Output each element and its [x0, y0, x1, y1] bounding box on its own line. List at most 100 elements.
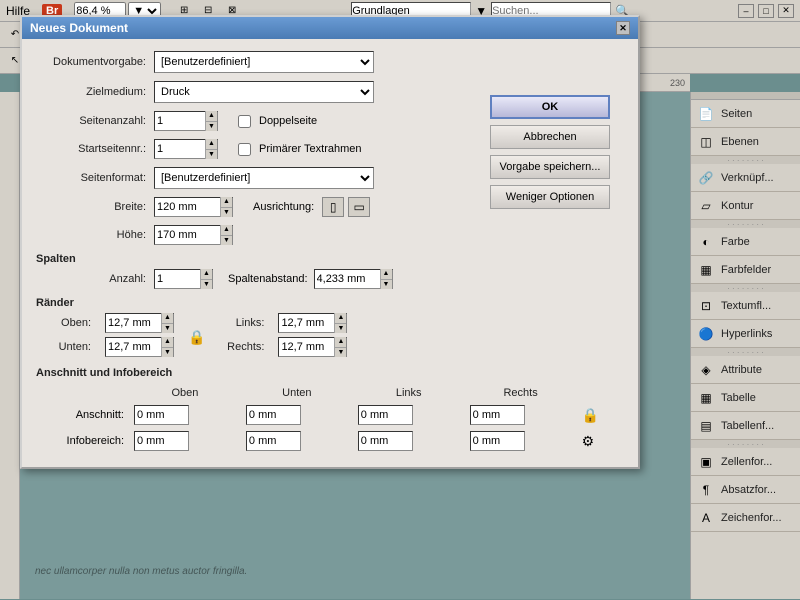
modal-neues-dokument: Neues Dokument ✕ OK Abbrechen Vorgabe sp…: [20, 15, 640, 469]
verknuepf-label: Verknüpf...: [721, 172, 774, 184]
hoehe-input[interactable]: [155, 226, 220, 244]
raender-title: Ränder: [36, 297, 624, 309]
ausrichtung-portrait[interactable]: ▯: [322, 197, 344, 217]
panel-item-farbe[interactable]: ◐Farbe: [691, 228, 800, 256]
infobereich-oben-input[interactable]: [134, 431, 189, 451]
seiten-label: Seiten: [721, 108, 752, 120]
oben-input[interactable]: [106, 314, 161, 332]
panel-item-seiten[interactable]: 📄 Seiten: [691, 100, 800, 128]
oben-down[interactable]: ▼: [162, 324, 173, 334]
anzahl-down[interactable]: ▼: [201, 280, 212, 290]
raender-row: Oben: ▲ ▼ Unten:: [36, 313, 624, 361]
links-spinner: ▲ ▼: [278, 313, 347, 333]
spaltenabstand-input[interactable]: [315, 270, 380, 288]
zielmedium-select[interactable]: Druck: [154, 81, 374, 103]
primaer-label: Primärer Textrahmen: [259, 143, 362, 155]
panel-item-tabelle[interactable]: ▦Tabelle: [691, 384, 800, 412]
links-up[interactable]: ▲: [335, 313, 346, 324]
modal-close-btn[interactable]: ✕: [616, 21, 630, 35]
seitenanzahl-down[interactable]: ▼: [206, 122, 217, 132]
unten-input[interactable]: [106, 338, 161, 356]
anschnitt-rechts-input[interactable]: [470, 405, 525, 425]
panel-item-zeichenfor[interactable]: AZeichenfor...: [691, 504, 800, 532]
row-rechts: Rechts: ▲ ▼: [219, 337, 347, 357]
hoehe-up[interactable]: ▲: [221, 225, 232, 236]
anschnitt-oben-input[interactable]: [134, 405, 189, 425]
rechts-down[interactable]: ▼: [335, 348, 346, 358]
zellenfor-label: Zellenfor...: [721, 456, 772, 468]
vorgabe-button[interactable]: Vorgabe speichern...: [490, 155, 610, 179]
panel-item-verknuepf[interactable]: 🔗Verknüpf...: [691, 164, 800, 192]
modal-buttons: OK Abbrechen Vorgabe speichern... Wenige…: [490, 95, 610, 209]
unten-label: Unten:: [36, 341, 91, 353]
kontur-label: Kontur: [721, 200, 753, 212]
hoehe-spinner: ▲ ▼: [154, 225, 233, 245]
farbe-label: Farbe: [721, 236, 750, 248]
links-input[interactable]: [279, 314, 334, 332]
startseite-arrows: ▲ ▼: [205, 139, 217, 159]
ausrichtung-landscape[interactable]: ▭: [348, 197, 370, 217]
panel-divider: · · · · · · · ·: [691, 284, 800, 292]
raender-lock-icon[interactable]: 🔒: [188, 329, 205, 346]
anschnitt-links-input[interactable]: [358, 405, 413, 425]
breite-down[interactable]: ▼: [221, 208, 232, 218]
dokumentvorgabe-label: Dokumentvorgabe:: [36, 56, 146, 68]
farbfelder-icon: ▦: [697, 261, 715, 279]
startseite-down[interactable]: ▼: [206, 150, 217, 160]
breite-label: Breite:: [36, 201, 146, 213]
panel-item-ebenen[interactable]: ◫Ebenen: [691, 128, 800, 156]
infobereich-links-input[interactable]: [358, 431, 413, 451]
unten-down[interactable]: ▼: [162, 348, 173, 358]
win-maximize-btn[interactable]: □: [758, 4, 774, 18]
panel-item-farbfelder[interactable]: ▦Farbfelder: [691, 256, 800, 284]
win-close-btn[interactable]: ✕: [778, 4, 794, 18]
win-minimize-btn[interactable]: –: [738, 4, 754, 18]
startseite-input[interactable]: [155, 140, 205, 158]
panel-item-hyperlinks[interactable]: 🔵Hyperlinks: [691, 320, 800, 348]
infobereich-unten-input[interactable]: [246, 431, 301, 451]
rechts-up[interactable]: ▲: [335, 337, 346, 348]
startseite-label: Startseitennr.:: [36, 143, 146, 155]
anschnitt-lock-icon[interactable]: 🔒: [582, 407, 599, 423]
primaer-checkbox[interactable]: [238, 143, 251, 156]
infobereich-settings-icon[interactable]: ⚙: [582, 433, 595, 449]
panel-item-attribute[interactable]: ◈Attribute: [691, 356, 800, 384]
panel-item-kontur[interactable]: ▱Kontur: [691, 192, 800, 220]
seitenanzahl-input[interactable]: [155, 112, 205, 130]
breite-up[interactable]: ▲: [221, 197, 232, 208]
weniger-button[interactable]: Weniger Optionen: [490, 185, 610, 209]
seitenanzahl-up[interactable]: ▲: [206, 111, 217, 122]
panel-item-absatzfor[interactable]: ¶Absatzfor...: [691, 476, 800, 504]
anzahl-label: Anzahl:: [36, 273, 146, 285]
links-down[interactable]: ▼: [335, 324, 346, 334]
spaltenabstand-down[interactable]: ▼: [381, 280, 392, 290]
zeichenfor-icon: A: [697, 509, 715, 527]
tabellenf-label: Tabellenf...: [721, 420, 774, 432]
startseite-up[interactable]: ▲: [206, 139, 217, 150]
unten-up[interactable]: ▲: [162, 337, 173, 348]
oben-up[interactable]: ▲: [162, 313, 173, 324]
doppelseite-checkbox[interactable]: [238, 115, 251, 128]
dokumentvorgabe-select[interactable]: [Benutzerdefiniert]: [154, 51, 374, 73]
spaltenabstand-up[interactable]: ▲: [381, 269, 392, 280]
textumfl-label: Textumfl...: [721, 300, 771, 312]
panel-header: [691, 92, 800, 100]
ok-button[interactable]: OK: [490, 95, 610, 119]
anzahl-input[interactable]: [155, 270, 200, 288]
panel-item-zellenfor[interactable]: ▣Zellenfor...: [691, 448, 800, 476]
infobereich-rechts-input[interactable]: [470, 431, 525, 451]
links-label: Links:: [219, 317, 264, 329]
doppelseite-wrap: Doppelseite: [238, 115, 317, 128]
anschnitt-unten-input[interactable]: [246, 405, 301, 425]
panel-item-tabellenf[interactable]: ▤Tabellenf...: [691, 412, 800, 440]
anzahl-up[interactable]: ▲: [201, 269, 212, 280]
panel-item-textumfl[interactable]: ⊡Textumfl...: [691, 292, 800, 320]
hoehe-down[interactable]: ▼: [221, 236, 232, 246]
abbrechen-button[interactable]: Abbrechen: [490, 125, 610, 149]
seitenformat-select[interactable]: [Benutzerdefiniert]: [154, 167, 374, 189]
row-spalten: Anzahl: ▲ ▼ Spaltenabstand: ▲ ▼: [36, 269, 624, 289]
seiten-icon: 📄: [697, 105, 715, 123]
rechts-input[interactable]: [279, 338, 334, 356]
breite-input[interactable]: [155, 198, 220, 216]
absatzfor-label: Absatzfor...: [721, 484, 776, 496]
